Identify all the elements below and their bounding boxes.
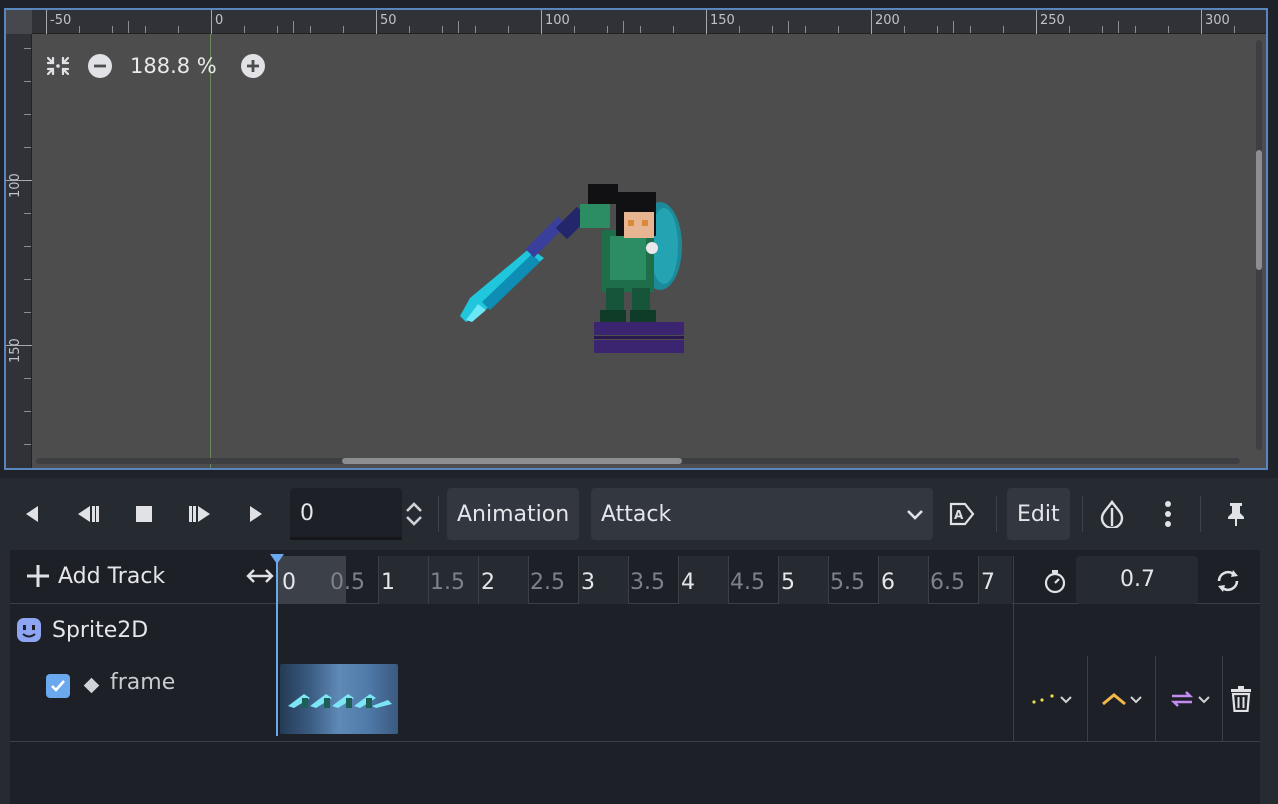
onion-skinning-icon[interactable] <box>1094 488 1130 540</box>
timeline-header: Add Track 0 0.5 1 1.5 2 2.5 3 3.5 4 4.5 … <box>10 550 1260 604</box>
interpolation-dots-icon <box>1032 694 1054 704</box>
ruler-tick <box>211 10 212 34</box>
play-backwards-from-end-icon[interactable] <box>70 488 106 540</box>
add-track-label: Add Track <box>58 563 166 589</box>
ruler-label: 200 <box>875 13 900 28</box>
update-mode-icon <box>1102 693 1126 706</box>
keyframe-thumbnail[interactable] <box>280 664 398 734</box>
ruler-label: 50 <box>380 13 397 28</box>
animation-menu-button[interactable]: Animation <box>447 488 580 540</box>
track-editor: Add Track 0 0.5 1 1.5 2 2.5 3 3.5 4 4.5 … <box>10 550 1260 804</box>
spinbox-arrows-icon[interactable] <box>402 500 426 532</box>
node-name-label: Sprite2D <box>52 617 149 643</box>
track-row[interactable]: frame <box>10 656 1260 742</box>
zoom-level-label[interactable]: 188.8 % <box>130 54 217 78</box>
zoom-out-icon[interactable] <box>84 50 116 82</box>
loop-wrap-dropdown[interactable] <box>1158 656 1222 742</box>
checkmark-icon <box>51 680 65 692</box>
chevron-down-icon <box>1060 696 1072 704</box>
canvas-viewport[interactable]: -50 0 50 100 150 200 250 300 100 150 188… <box>4 8 1268 470</box>
track-enabled-checkbox[interactable] <box>46 674 70 698</box>
timeline-label: 6.5 <box>930 570 965 595</box>
stopwatch-icon <box>1042 568 1068 598</box>
timeline-zoom-fit-icon[interactable] <box>246 566 274 590</box>
timeline-label: 3 <box>581 570 595 595</box>
edit-button[interactable]: Edit <box>1007 488 1070 540</box>
timeline-label: 1 <box>381 570 395 595</box>
zoom-controls: 188.8 % <box>42 50 269 82</box>
horizontal-scrollbar[interactable] <box>36 458 1240 464</box>
svg-text:A: A <box>954 508 964 522</box>
scrollbar-thumb[interactable] <box>1256 150 1262 270</box>
ruler-tick <box>46 10 47 34</box>
ruler-tick <box>1201 10 1202 34</box>
track-name-label: frame <box>110 670 176 695</box>
selected-animation-label: Attack <box>601 501 672 527</box>
ruler-tick <box>541 10 542 34</box>
ruler-tick <box>376 10 377 34</box>
ruler-tick <box>1036 10 1037 34</box>
timeline-label: 4 <box>681 570 695 595</box>
more-options-icon[interactable] <box>1150 488 1186 540</box>
track-group-header[interactable]: Sprite2D <box>16 604 148 656</box>
animation-length-field[interactable]: 0.7 <box>1076 556 1198 604</box>
timeline-label: 2.5 <box>530 570 565 595</box>
play-icon[interactable] <box>238 488 274 540</box>
chevron-down-icon <box>905 504 925 530</box>
ruler-label: 0 <box>215 13 224 28</box>
timeline-label: 7 <box>981 570 995 595</box>
play-from-start-icon[interactable] <box>182 488 218 540</box>
ruler-label: 250 <box>1040 13 1065 28</box>
ruler-label: 100 <box>545 13 570 28</box>
chevron-down-icon <box>1198 696 1210 704</box>
timeline-label: 0.5 <box>330 570 365 595</box>
plus-icon <box>27 565 49 587</box>
knight-sprite[interactable] <box>452 170 692 360</box>
ruler-corner <box>6 10 32 34</box>
add-track-button[interactable]: Add Track <box>26 558 165 594</box>
loop-toggle-icon[interactable] <box>1214 567 1242 599</box>
timeline-label: 4.5 <box>730 570 765 595</box>
zoom-in-icon[interactable] <box>237 50 269 82</box>
property-track-icon <box>83 677 100 694</box>
sprite2d-node-icon <box>17 618 41 642</box>
play-backwards-icon[interactable] <box>14 488 50 540</box>
ruler-label: 300 <box>1205 13 1230 28</box>
ruler-label: 150 <box>710 13 735 28</box>
scrollbar-thumb[interactable] <box>342 458 682 464</box>
update-mode-dropdown[interactable] <box>1090 656 1154 742</box>
ruler-label: -50 <box>50 13 72 28</box>
current-time-field[interactable]: 0 <box>290 488 402 540</box>
ruler-label: 100 <box>8 173 23 198</box>
ruler-tick <box>706 10 707 34</box>
zoom-reset-icon[interactable] <box>42 50 74 82</box>
horizontal-ruler[interactable]: -50 0 50 100 150 200 250 300 <box>32 10 1266 34</box>
origin-axis-line <box>210 34 211 468</box>
vertical-scrollbar[interactable] <box>1256 40 1262 450</box>
timeline-label: 6 <box>881 570 895 595</box>
loop-wrap-icon <box>1170 691 1194 707</box>
delete-track-icon[interactable] <box>1226 656 1256 742</box>
vertical-ruler[interactable]: 100 150 <box>6 34 32 468</box>
chevron-down-icon <box>1130 696 1142 704</box>
timeline-label: 0 <box>282 570 296 595</box>
timeline-label: 1.5 <box>430 570 465 595</box>
stop-icon[interactable] <box>126 488 162 540</box>
timeline-label: 5 <box>781 570 795 595</box>
ruler-label: 150 <box>8 338 23 363</box>
timeline-label: 2 <box>481 570 495 595</box>
animation-panel: 0 Animation Attack A Edit Add Track 0 0.… <box>0 478 1278 804</box>
playhead-line[interactable] <box>276 556 278 736</box>
timeline-label: 5.5 <box>830 570 865 595</box>
pin-icon[interactable] <box>1218 488 1254 540</box>
autoplay-on-load-icon[interactable]: A <box>944 488 980 540</box>
timeline-label: 3.5 <box>630 570 665 595</box>
ruler-tick <box>871 10 872 34</box>
interpolation-mode-dropdown[interactable] <box>1020 656 1084 742</box>
animation-selector[interactable]: Attack <box>591 488 933 540</box>
animation-toolbar: 0 Animation Attack A Edit <box>0 488 1278 540</box>
